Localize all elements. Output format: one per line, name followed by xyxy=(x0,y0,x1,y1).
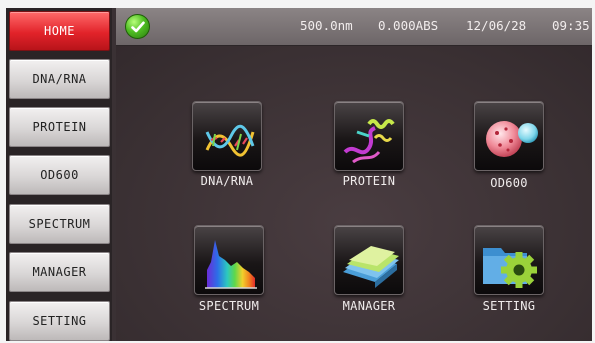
sidebar-item-setting[interactable]: SETTING xyxy=(9,301,110,341)
dna-rna-app-label: DNA/RNA xyxy=(200,174,254,188)
sidebar-item-label: MANAGER xyxy=(32,265,87,279)
dna-helix-icon xyxy=(205,124,255,157)
dna-rna-app-button[interactable] xyxy=(192,101,262,171)
home-app-grid: DNA/RNA PROTEIN OD600 SPECTRUM MANAGER S… xyxy=(116,46,592,341)
wavelength-readout: 500.0nm xyxy=(300,18,353,33)
sidebar-item-home[interactable]: HOME xyxy=(9,11,110,51)
check-circle-icon xyxy=(125,14,150,39)
sidebar-item-label: SPECTRUM xyxy=(28,217,91,231)
sidebar-item-label: DNA/RNA xyxy=(32,72,87,86)
date-readout: 12/06/28 xyxy=(466,18,527,33)
spectrum-app-button[interactable] xyxy=(194,225,264,295)
sidebar-item-dna-rna[interactable]: DNA/RNA xyxy=(9,59,110,99)
od600-app-button[interactable] xyxy=(474,101,544,171)
absorbance-readout: 0.000ABS xyxy=(378,18,439,33)
od600-app-label: OD600 xyxy=(490,176,528,190)
sidebar-item-label: OD600 xyxy=(40,168,79,182)
sidebar-item-spectrum[interactable]: SPECTRUM xyxy=(9,204,110,244)
folder-stack-icon xyxy=(343,246,399,288)
manager-app-button[interactable] xyxy=(334,225,404,295)
sidebar-item-label: SETTING xyxy=(32,314,87,328)
manager-app-label: MANAGER xyxy=(342,299,396,313)
setting-app-button[interactable] xyxy=(474,225,544,295)
protein-ribbon-icon xyxy=(343,119,395,164)
status-bar: 500.0nm 0.000ABS 12/06/28 09:35 xyxy=(116,8,592,46)
device-screen: HOME DNA/RNA PROTEIN OD600 SPECTRUM MANA… xyxy=(6,8,592,341)
sidebar-item-manager[interactable]: MANAGER xyxy=(9,252,110,292)
time-readout: 09:35 xyxy=(552,18,590,33)
sidebar-item-label: HOME xyxy=(44,24,75,38)
sidebar-item-label: PROTEIN xyxy=(32,120,87,134)
cell-culture-icon xyxy=(486,121,538,157)
setting-app-label: SETTING xyxy=(482,299,536,313)
gear-folder-icon xyxy=(483,248,537,288)
protein-app-label: PROTEIN xyxy=(342,174,396,188)
sidebar-item-od600[interactable]: OD600 xyxy=(9,155,110,195)
sidebar: HOME DNA/RNA PROTEIN OD600 SPECTRUM MANA… xyxy=(6,8,112,341)
sidebar-item-protein[interactable]: PROTEIN xyxy=(9,107,110,147)
spectrum-graph-icon xyxy=(205,240,257,289)
protein-app-button[interactable] xyxy=(334,101,404,171)
spectrum-app-label: SPECTRUM xyxy=(198,299,260,313)
